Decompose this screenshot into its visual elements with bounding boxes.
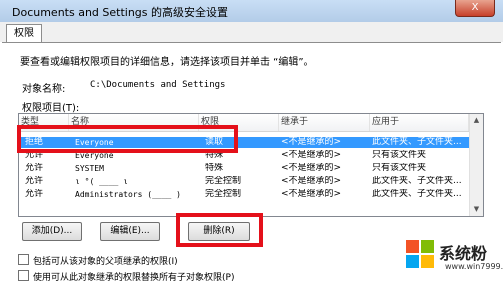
tab-strip xyxy=(0,22,503,42)
windows-logo-icon xyxy=(406,240,434,268)
add-button[interactable]: 添加(D)... xyxy=(22,222,82,241)
table-row[interactable]: 允许 SYSTEM 特殊 <不是继承的> 只有该文件夹 xyxy=(19,163,469,174)
replace-child-permissions-checkbox[interactable] xyxy=(18,270,29,281)
row-permission: 完全控制 xyxy=(205,189,242,199)
inherit-permissions-checkbox-row[interactable]: 包括可从该对象的父项继承的权限(I) xyxy=(18,254,178,267)
close-button[interactable]: X xyxy=(455,0,495,17)
window-title: Documents and Settings 的高级安全设置 xyxy=(12,6,229,19)
scroll-down-icon[interactable]: ▼ xyxy=(470,203,483,216)
row-inherited: <不是继承的> xyxy=(281,163,342,173)
row-applies-to: 此文件夹、子文件夹... xyxy=(372,189,462,199)
watermark-logo: 系统粉 www.win7999.com xyxy=(401,236,503,280)
replace-child-permissions-checkbox-row[interactable]: 使用可从此对象继承的权限替换所有子对象权限(P) xyxy=(18,270,235,283)
highlight-box-delete-button xyxy=(176,213,263,247)
row-name: ι °( ____ ι xyxy=(75,177,128,186)
tab-permissions[interactable]: 权限 xyxy=(6,24,42,43)
row-inherited: <不是继承的> xyxy=(281,189,342,199)
row-inherited: <不是继承的> xyxy=(281,176,342,186)
row-applies-to: 此文件夹、子文件夹... xyxy=(372,137,462,147)
inherit-permissions-checkbox[interactable] xyxy=(18,254,29,265)
highlight-box-selected-row xyxy=(17,125,238,153)
row-type: 允许 xyxy=(25,176,44,186)
row-name: Administrators (____ ) xyxy=(75,190,181,199)
row-inherited: <不是继承的> xyxy=(281,150,342,160)
row-permission: 特殊 xyxy=(205,163,224,173)
permission-entries-label: 权限项目(T): xyxy=(22,103,80,114)
row-applies-to: 此文件夹、子文件夹... xyxy=(372,176,462,186)
vertical-scrollbar[interactable]: ▲ ▼ xyxy=(469,114,483,216)
edit-button[interactable]: 编辑(E)... xyxy=(100,222,160,241)
replace-child-permissions-label: 使用可从此对象继承的权限替换所有子对象权限(P) xyxy=(33,273,235,283)
row-permission: 完全控制 xyxy=(205,176,242,186)
row-name: SYSTEM xyxy=(75,164,104,173)
column-header-applies-to[interactable]: 应用于 xyxy=(370,114,469,131)
watermark-url: www.win7999.com xyxy=(445,262,503,271)
inherit-permissions-label: 包括可从该对象的父项继承的权限(I) xyxy=(33,257,178,267)
row-applies-to: 只有该文件夹 xyxy=(372,150,427,160)
watermark-brand: 系统粉 xyxy=(439,244,488,263)
row-applies-to: 只有该文件夹 xyxy=(372,163,427,173)
object-name-label: 对象名称: xyxy=(22,84,66,95)
table-row[interactable]: 允许 ι °( ____ ι 完全控制 <不是继承的> 此文件夹、子文件夹... xyxy=(19,176,469,187)
instructions-text: 要查看或编辑权限项目的详细信息，请选择该项目并单击 “编辑”。 xyxy=(20,57,314,68)
table-row[interactable]: 允许 Administrators (____ ) 完全控制 <不是继承的> 此… xyxy=(19,189,469,200)
row-inherited: <不是继承的> xyxy=(281,137,342,147)
column-header-inherited-from[interactable]: 继承于 xyxy=(279,114,370,131)
row-type: 允许 xyxy=(25,189,44,199)
title-bar: Documents and Settings 的高级安全设置 X xyxy=(0,0,503,23)
scroll-up-icon[interactable]: ▲ xyxy=(470,114,483,127)
object-name-value: C:\Documents and Settings xyxy=(90,80,226,90)
row-type: 允许 xyxy=(25,163,44,173)
